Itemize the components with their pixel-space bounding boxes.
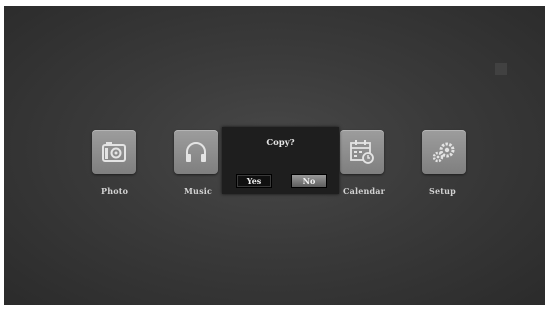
headphones-icon — [186, 142, 206, 162]
camera-icon — [102, 142, 126, 162]
setup-tile[interactable] — [422, 130, 466, 174]
dialog-title: Copy? — [266, 138, 295, 148]
calendar-tile[interactable] — [340, 130, 384, 174]
calendar-icon — [350, 140, 374, 164]
photo-label: Photo — [101, 186, 129, 196]
copy-dialog: Copy? Yes No — [222, 127, 339, 194]
photo-tile[interactable] — [92, 130, 136, 174]
yes-button[interactable]: Yes — [236, 174, 272, 188]
calendar-label: Calendar — [343, 186, 386, 196]
tv-screen: Photo Music Calendar Setup Copy? Yes No — [4, 6, 545, 305]
setup-label: Setup — [429, 186, 456, 196]
music-label: Music — [184, 186, 213, 196]
no-button[interactable]: No — [291, 174, 327, 188]
gears-icon — [432, 142, 455, 163]
music-tile[interactable] — [174, 130, 218, 174]
corner-mark — [495, 63, 507, 75]
